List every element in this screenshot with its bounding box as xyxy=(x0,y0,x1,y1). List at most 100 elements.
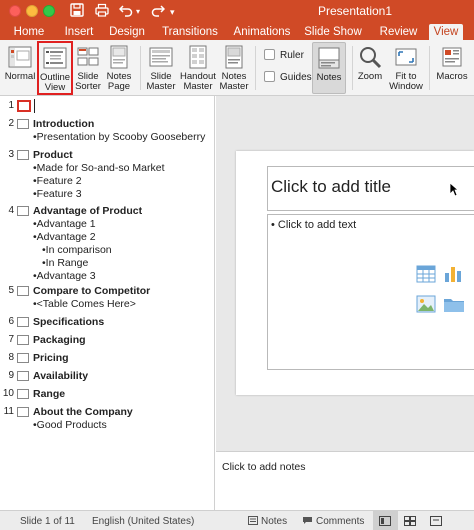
tab-transitions[interactable]: Transitions xyxy=(158,24,222,40)
slide-title[interactable]: Product xyxy=(33,149,73,161)
outline-bullet[interactable]: •Good Products xyxy=(33,419,107,431)
slide-canvas[interactable]: Click to add title • Click to add text xyxy=(236,151,474,395)
slide-thumbnail-icon[interactable] xyxy=(17,371,29,381)
slide-master-button[interactable]: Slide Master xyxy=(145,42,177,94)
outline-view-button[interactable]: Outline View xyxy=(37,41,73,95)
slide-title[interactable]: About the Company xyxy=(33,406,133,418)
slide-number: 6 xyxy=(8,316,14,327)
outline-bullet[interactable]: •Advantage 1 xyxy=(33,218,96,230)
slide-title[interactable]: Range xyxy=(33,388,65,400)
tab-animations[interactable]: Animations xyxy=(230,24,294,40)
slide-title[interactable]: Availability xyxy=(33,370,88,382)
slide-title[interactable]: Advantage of Product xyxy=(33,205,142,217)
normal-view-icon xyxy=(8,46,32,68)
slide-thumbnail-icon[interactable] xyxy=(17,100,31,112)
slide-thumbnail-icon[interactable] xyxy=(17,150,29,160)
redo-icon[interactable] xyxy=(151,3,166,21)
insert-picture-icon[interactable] xyxy=(416,295,436,313)
print-icon[interactable] xyxy=(95,3,109,21)
macros-button[interactable]: Macros xyxy=(433,42,471,94)
insert-table-icon[interactable] xyxy=(416,265,436,283)
comments-status-button[interactable]: Comments xyxy=(302,516,364,527)
slide-thumbnail-icon[interactable] xyxy=(17,335,29,345)
normal-view-status-button[interactable] xyxy=(373,511,398,530)
undo-dropdown-chevron-down-icon[interactable]: ▾ xyxy=(136,4,140,20)
content-placeholder[interactable]: • Click to add text xyxy=(267,214,474,370)
fit-to-window-button[interactable]: Fit to Window xyxy=(388,42,424,94)
slide-number: 1 xyxy=(8,100,14,111)
slide-thumbnail-icon[interactable] xyxy=(17,407,29,417)
outline-bullet[interactable]: •Feature 2 xyxy=(33,175,82,187)
tab-view[interactable]: View xyxy=(429,24,463,40)
language-indicator[interactable]: English (United States) xyxy=(92,516,194,527)
notes-pane[interactable]: Click to add notes xyxy=(216,451,474,510)
outline-bullet[interactable]: •Feature 3 xyxy=(33,188,82,200)
slide-number: 9 xyxy=(8,370,14,381)
slide-title[interactable]: Packaging xyxy=(33,334,86,346)
ruler-checkbox-box[interactable] xyxy=(264,49,275,60)
slide-thumbnail-icon[interactable] xyxy=(17,353,29,363)
outline-bullet[interactable]: •Presentation by Scooby Gooseberry xyxy=(33,131,205,143)
ruler-label: Ruler xyxy=(280,50,304,61)
notes-placeholder[interactable]: Click to add notes xyxy=(222,461,305,473)
title-bar: ▾ ▾ Presentation1 xyxy=(0,0,474,22)
slide-thumbnail-icon[interactable] xyxy=(17,119,29,129)
slide-title[interactable]: Specifications xyxy=(33,316,104,328)
outline-sub-bullet[interactable]: •In comparison xyxy=(42,244,112,256)
slide-thumbnail-icon[interactable] xyxy=(17,286,29,296)
slide-editor-area[interactable]: Click to add title • Click to add text xyxy=(216,96,474,451)
notes-page-label-line2: Page xyxy=(107,81,131,92)
ribbon-separator xyxy=(255,46,256,90)
close-window-button[interactable] xyxy=(9,5,21,17)
normal-view-button[interactable]: Normal xyxy=(3,42,37,94)
slide-title[interactable]: Introduction xyxy=(33,118,94,130)
slide-title[interactable]: Compare to Competitor xyxy=(33,285,150,297)
outline-sub-bullet[interactable]: •In Range xyxy=(42,257,88,269)
outline-bullet[interactable]: •Advantage 2 xyxy=(33,231,96,243)
notes-toggle-button[interactable]: Notes xyxy=(312,42,346,94)
content-placeholder-text: • Click to add text xyxy=(271,219,357,231)
outline-pane[interactable]: 1 2 Introduction •Presentation by Scooby… xyxy=(0,96,215,510)
slide-sorter-status-button[interactable] xyxy=(404,516,416,529)
insert-folder-icon[interactable] xyxy=(443,295,465,313)
notes-master-button[interactable]: Notes Master xyxy=(218,42,250,94)
notes-status-label: Notes xyxy=(261,516,288,527)
slide-sorter-icon xyxy=(77,47,99,66)
notes-master-label-line2: Master xyxy=(219,81,249,92)
maximize-window-button[interactable] xyxy=(43,5,55,17)
tab-home[interactable]: Home xyxy=(9,24,49,40)
outline-bullet[interactable]: •Made for So-and-so Market xyxy=(33,162,164,174)
slide-master-label-line2: Master xyxy=(146,81,176,92)
outline-view-icon xyxy=(43,47,67,69)
fit-to-window-icon xyxy=(395,48,417,66)
slide-thumbnail-icon[interactable] xyxy=(17,317,29,327)
outline-bullet[interactable]: •Advantage 3 xyxy=(33,270,96,282)
ruler-checkbox[interactable]: Ruler xyxy=(264,49,304,63)
document-title: Presentation1 xyxy=(317,4,393,18)
customize-toolbar-chevron-down-icon[interactable]: ▾ xyxy=(170,4,175,20)
notes-status-button[interactable]: Notes xyxy=(248,516,287,527)
tab-review[interactable]: Review xyxy=(376,24,421,40)
insert-chart-icon[interactable] xyxy=(443,265,467,283)
undo-icon[interactable] xyxy=(118,3,133,21)
comments-status-label: Comments xyxy=(316,516,365,527)
minimize-window-button[interactable] xyxy=(26,5,38,17)
title-placeholder[interactable]: Click to add title xyxy=(267,166,474,211)
slide-thumbnail-icon[interactable] xyxy=(17,206,29,216)
slide-title[interactable]: Pricing xyxy=(33,352,69,364)
tab-design[interactable]: Design xyxy=(105,24,149,40)
notes-page-button[interactable]: Notes Page xyxy=(104,42,134,94)
tab-insert[interactable]: Insert xyxy=(59,24,99,40)
zoom-button[interactable]: Zoom xyxy=(356,42,384,94)
slide-sorter-button[interactable]: Slide Sorter xyxy=(74,42,102,94)
reading-view-status-button[interactable] xyxy=(430,516,442,529)
slide-thumbnail-icon[interactable] xyxy=(17,389,29,399)
ribbon-separator xyxy=(429,46,430,90)
handout-master-button[interactable]: Handout Master xyxy=(179,42,217,94)
save-icon[interactable] xyxy=(70,3,84,21)
guides-checkbox[interactable]: Guides xyxy=(264,71,312,85)
tab-slide-show[interactable]: Slide Show xyxy=(303,24,363,40)
slide-sorter-status-icon xyxy=(404,516,416,526)
guides-checkbox-box[interactable] xyxy=(264,71,275,82)
outline-bullet[interactable]: •<Table Comes Here> xyxy=(33,298,136,310)
